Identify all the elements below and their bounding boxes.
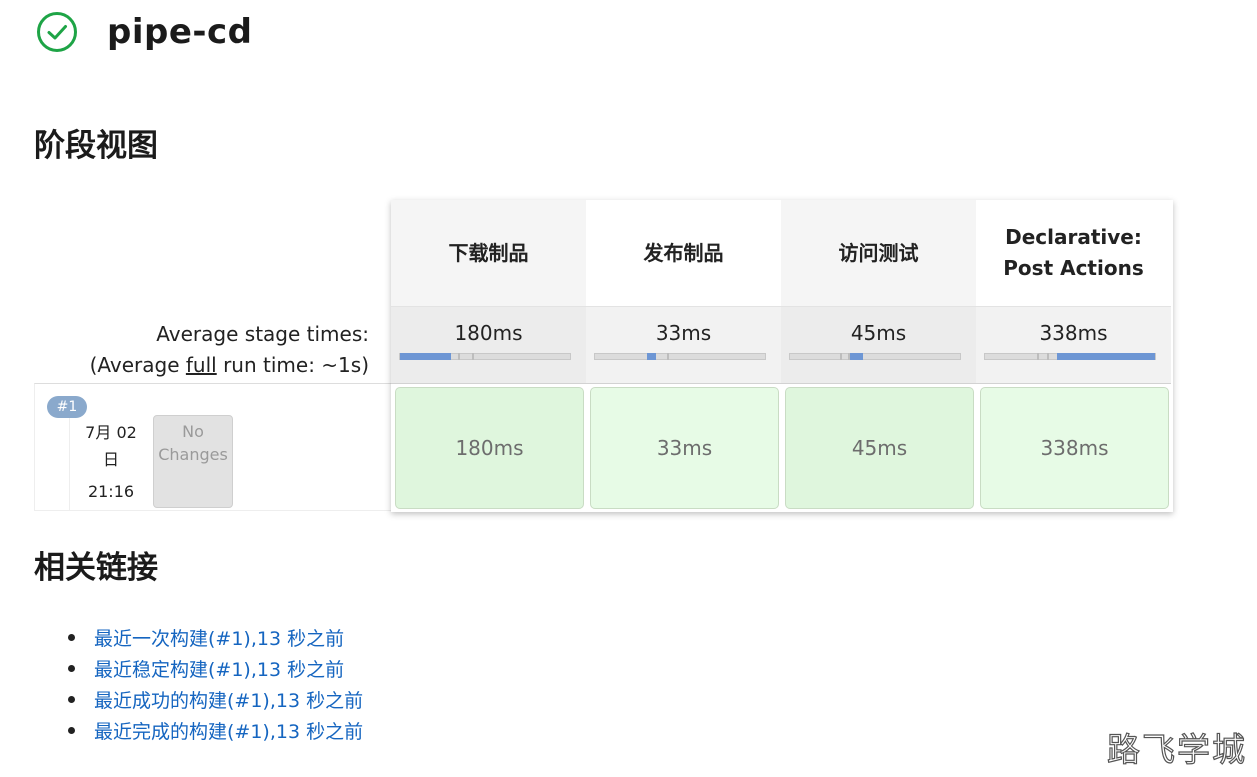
stage-header[interactable]: Declarative: Post Actions xyxy=(976,200,1171,306)
build-date[interactable]: 7月 02 日 21:16 xyxy=(69,414,152,510)
page-header: pipe-cd xyxy=(36,8,253,56)
stage-average-time: 338ms xyxy=(1039,321,1108,345)
last-completed-build-link[interactable]: 最近完成的构建(#1),13 秒之前 xyxy=(94,717,363,744)
page-title: pipe-cd xyxy=(107,12,253,52)
stage-progress-bar xyxy=(399,353,571,360)
stage-progress-fill xyxy=(647,353,656,360)
no-changes-box: No Changes xyxy=(153,415,233,508)
stage-header[interactable]: 下载制品 xyxy=(391,200,586,306)
stage-header[interactable]: 发布制品 xyxy=(586,200,781,306)
list-item: 最近完成的构建(#1),13 秒之前 xyxy=(68,715,363,746)
watermark: 路飞学城 xyxy=(1106,729,1247,769)
stage-result-cell[interactable]: 338ms xyxy=(980,387,1169,509)
no-changes-line2: Changes xyxy=(158,445,228,464)
stage-average: 45ms xyxy=(781,306,976,384)
stage-result-cell[interactable]: 33ms xyxy=(590,387,779,509)
stage-result-cell[interactable]: 180ms xyxy=(395,387,584,509)
list-item: 最近一次构建(#1),13 秒之前 xyxy=(68,622,363,653)
stage-average-time: 180ms xyxy=(454,321,523,345)
stage-progress-bar xyxy=(789,353,961,360)
stage-average-time: 45ms xyxy=(850,321,907,345)
bullet-icon xyxy=(68,634,75,641)
build-number-badge[interactable]: #1 xyxy=(47,396,87,418)
check-circle-icon xyxy=(36,11,78,53)
build-run-row: 7月 02 日 21:16 #1 No Changes xyxy=(34,383,392,511)
stage-result-cell[interactable]: 45ms xyxy=(785,387,974,509)
list-item: 最近稳定构建(#1),13 秒之前 xyxy=(68,653,363,684)
stage-progress-fill xyxy=(1057,353,1155,360)
related-links-heading: 相关链接 xyxy=(34,550,158,586)
last-successful-build-link[interactable]: 最近成功的构建(#1),13 秒之前 xyxy=(94,686,363,713)
related-links-list: 最近一次构建(#1),13 秒之前 最近稳定构建(#1),13 秒之前 最近成功… xyxy=(68,622,363,746)
average-stage-times-text: Average stage times: xyxy=(156,322,369,346)
stage-view-table: 下载制品 180ms 180ms 发布制品 33ms 33ms 访问测试 45m… xyxy=(391,200,1173,512)
bullet-icon xyxy=(68,696,75,703)
list-item: 最近成功的构建(#1),13 秒之前 xyxy=(68,684,363,715)
average-run-prefix: (Average xyxy=(89,353,186,377)
build-date-suffix: 日 xyxy=(102,450,119,469)
stage-column: 下载制品 180ms 180ms xyxy=(391,200,586,512)
stage-header[interactable]: 访问测试 xyxy=(781,200,976,306)
last-stable-build-link[interactable]: 最近稳定构建(#1),13 秒之前 xyxy=(94,655,344,682)
stage-average: 33ms xyxy=(586,306,781,384)
bullet-icon xyxy=(68,665,75,672)
stage-view-heading: 阶段视图 xyxy=(34,128,158,164)
stage-column: Declarative: Post Actions 338ms 338ms xyxy=(976,200,1171,512)
build-time: 21:16 xyxy=(87,482,135,501)
stage-progress-bar xyxy=(984,353,1156,360)
stage-column: 访问测试 45ms 45ms xyxy=(781,200,976,512)
stage-column: 发布制品 33ms 33ms xyxy=(586,200,781,512)
stage-average: 338ms xyxy=(976,306,1171,384)
average-times-label: Average stage times: (Average full run t… xyxy=(90,319,369,381)
build-date-day: 7月 02 xyxy=(85,423,137,442)
stage-average: 180ms xyxy=(391,306,586,384)
average-run-suffix: run time: ~1s) xyxy=(216,353,369,377)
stage-progress-fill xyxy=(400,353,451,360)
full-run-link[interactable]: full xyxy=(186,353,217,377)
stage-progress-bar xyxy=(594,353,766,360)
no-changes-line1: No xyxy=(182,422,204,441)
stage-average-time: 33ms xyxy=(655,321,712,345)
bullet-icon xyxy=(68,727,75,734)
last-build-link[interactable]: 最近一次构建(#1),13 秒之前 xyxy=(94,624,344,651)
stage-progress-fill xyxy=(850,353,863,360)
